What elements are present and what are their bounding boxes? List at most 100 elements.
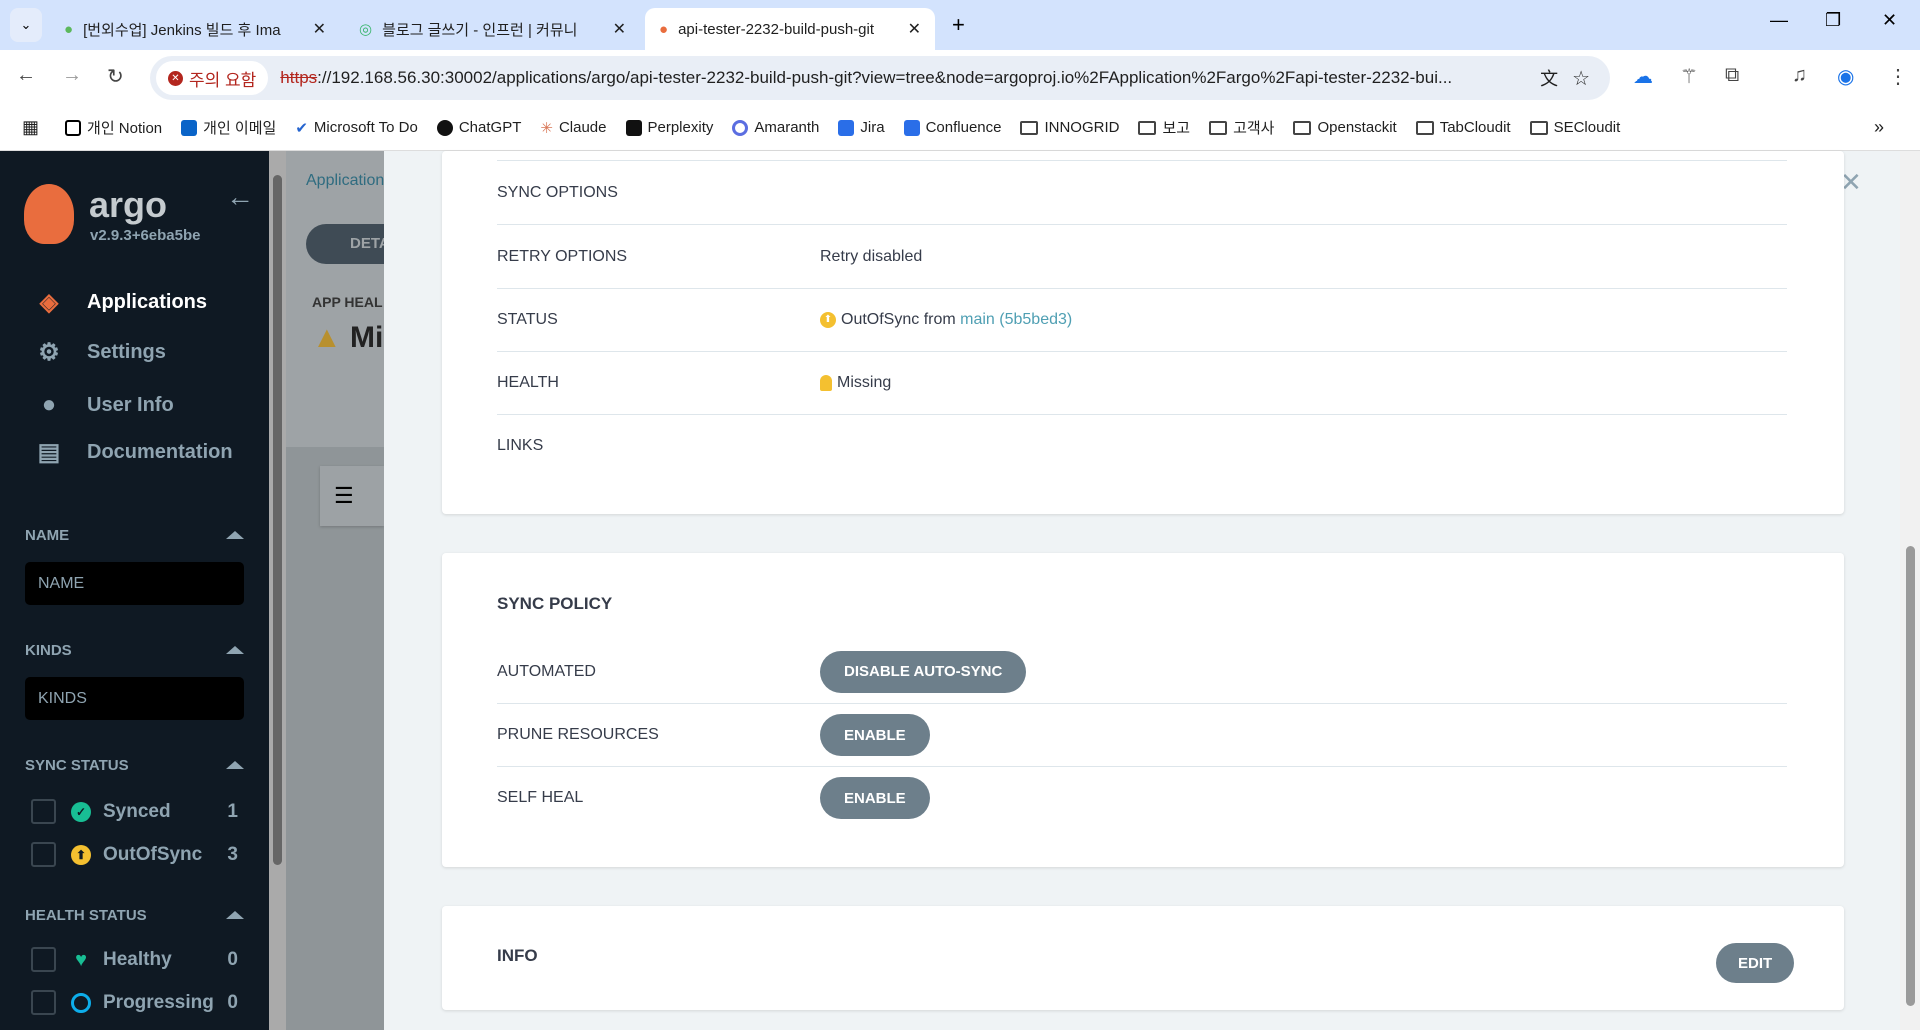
filter-progressing[interactable]: Progressing 0 [25, 990, 244, 1015]
details-button[interactable]: DETA [306, 224, 396, 264]
window-close-button[interactable]: ✕ [1882, 10, 1897, 31]
collapse-icon[interactable] [226, 646, 244, 654]
row-self-heal: SELF HEAL ENABLE [497, 766, 1787, 829]
restore-button[interactable]: ❐ [1825, 10, 1841, 31]
row-status: STATUS ⬆ OutOfSync from main (5b5bed3) [497, 288, 1787, 351]
layers-icon: ◈ [39, 289, 59, 316]
bookmark[interactable]: 개인 이메일 [181, 117, 276, 138]
collapse-icon[interactable] [226, 911, 244, 919]
checkbox[interactable] [31, 947, 56, 972]
bookmark-folder[interactable]: 고객사 [1209, 117, 1274, 138]
checkbox[interactable] [31, 990, 56, 1015]
argo-logo [24, 184, 74, 244]
enable-prune-button[interactable]: ENABLE [820, 714, 930, 756]
enable-self-heal-button[interactable]: ENABLE [820, 777, 930, 819]
nav-settings[interactable]: ⚙ Settings [32, 338, 166, 367]
close-icon[interactable]: ✕ [313, 19, 326, 39]
name-filter-input[interactable] [25, 562, 244, 605]
bookmark[interactable]: 개인 Notion [65, 117, 162, 138]
nav-user-info[interactable]: ● User Info [32, 391, 174, 419]
close-icon[interactable]: ✕ [613, 19, 626, 39]
missing-ghost-icon [820, 375, 832, 391]
bookmark[interactable]: Jira [838, 119, 885, 136]
checkbox[interactable] [31, 799, 56, 824]
collapse-sidebar-button[interactable]: ← [226, 181, 254, 213]
forward-button[interactable]: → [62, 64, 82, 87]
outlook-icon [181, 119, 198, 136]
tab-inflearn[interactable]: ◎ 블로그 글쓰기 - 인프런 | 커뮤니 ✕ [345, 8, 640, 50]
app-health-label: APP HEAL [312, 294, 383, 310]
collapse-icon[interactable] [226, 531, 244, 539]
apps-icon[interactable]: ▦ [22, 117, 39, 138]
bookmark[interactable]: Perplexity [625, 119, 713, 136]
panel-scrollbar[interactable] [1900, 151, 1920, 1030]
address-bar[interactable]: ✕ 주의 요함 https://192.168.56.30:30002/appli… [150, 56, 1610, 100]
translate-icon[interactable]: 文 [1540, 65, 1558, 91]
kinds-filter-input[interactable] [25, 677, 244, 720]
outofsync-arrow-icon: ⬆ [71, 844, 91, 865]
checkbox[interactable] [31, 842, 56, 867]
bookmark-folder[interactable]: INNOGRID [1020, 119, 1119, 136]
close-icon[interactable]: ✕ [908, 19, 921, 39]
info-card: INFO EDIT [442, 906, 1844, 1010]
security-warning[interactable]: ✕ 주의 요함 [156, 61, 269, 95]
profile-icon[interactable]: ◉ [1837, 64, 1854, 89]
tab-argo[interactable]: ● api-tester-2232-build-push-git ✕ [645, 8, 935, 50]
extension-icon[interactable]: ⚚ [1680, 64, 1698, 89]
row-links: LINKS [497, 414, 1787, 476]
bookmarks-bar: ▦ 개인 Notion 개인 이메일 ✔ Microsoft To Do Chat… [0, 105, 1920, 151]
filter-outofsync[interactable]: ⬆ OutOfSync 3 [25, 842, 244, 867]
bookmark[interactable]: ✳ Claude [540, 119, 606, 137]
ghost-icon: ▲ [312, 321, 342, 354]
row-automated: AUTOMATED DISABLE AUTO-SYNC [497, 640, 1787, 703]
folder-icon [1209, 120, 1228, 135]
perplexity-icon [625, 119, 642, 136]
jenkins-icon: ● [64, 20, 74, 38]
list-view-icon[interactable]: ☰ [320, 466, 384, 526]
tab-jenkins[interactable]: ● [번외수업] Jenkins 빌드 후 Ima ✕ [50, 8, 340, 50]
star-icon[interactable]: ☆ [1572, 66, 1590, 91]
todo-icon: ✔ [295, 119, 308, 137]
filter-sync-status-header[interactable]: SYNC STATUS [25, 757, 244, 774]
new-tab-button[interactable]: + [952, 12, 965, 38]
bookmark-folder[interactable]: SECloudit [1529, 119, 1620, 136]
back-button[interactable]: ← [16, 64, 36, 87]
bookmark[interactable]: ChatGPT [436, 119, 521, 136]
nav-applications[interactable]: ◈ Applications [32, 288, 207, 317]
filter-healthy[interactable]: ♥ Healthy 0 [25, 947, 244, 972]
sidebar-scrollbar[interactable] [269, 151, 286, 1030]
minimize-button[interactable]: — [1770, 10, 1788, 31]
filter-synced[interactable]: ✓ Synced 1 [25, 799, 244, 824]
bookmark-folder[interactable]: TabCloudit [1415, 119, 1511, 136]
bookmark-folder[interactable]: 보고 [1138, 117, 1190, 138]
background-overlay: Application DETA APP HEAL ▲ Mis ☰ [286, 151, 400, 1030]
bookmark-folder[interactable]: Openstackit [1293, 119, 1397, 136]
media-icon[interactable]: ♫ [1792, 64, 1807, 87]
disable-auto-sync-button[interactable]: DISABLE AUTO-SYNC [820, 650, 1027, 693]
breadcrumb[interactable]: Application [306, 172, 384, 190]
puzzle-icon[interactable]: ⧉ [1725, 64, 1739, 87]
tab-search-button[interactable]: ⌄ [10, 8, 42, 42]
gear-icon: ⚙ [38, 339, 60, 366]
confluence-icon [903, 119, 920, 136]
menu-icon[interactable]: ⋮ [1888, 64, 1908, 89]
warning-icon: ✕ [168, 70, 183, 86]
cloud-extension-icon[interactable]: ☁ [1633, 64, 1653, 89]
notion-icon [65, 119, 82, 136]
collapse-icon[interactable] [226, 761, 244, 769]
bookmark[interactable]: Confluence [903, 119, 1001, 136]
filter-health-status-header[interactable]: HEALTH STATUS [25, 907, 244, 924]
reload-button[interactable]: ↻ [107, 64, 124, 89]
sync-policy-title: SYNC POLICY [497, 594, 613, 613]
inflearn-icon: ◎ [359, 21, 373, 38]
nav-documentation[interactable]: ▤ Documentation [32, 438, 233, 467]
filter-name-header[interactable]: NAME [25, 527, 244, 544]
more-bookmarks-icon[interactable]: » [1874, 117, 1884, 138]
progressing-icon [71, 992, 91, 1013]
bookmark[interactable]: Amaranth [732, 119, 819, 136]
edit-button[interactable]: EDIT [1716, 943, 1795, 983]
filter-kinds-header[interactable]: KINDS [25, 642, 244, 659]
row-prune-resources: PRUNE RESOURCES ENABLE [497, 703, 1787, 766]
bookmark[interactable]: ✔ Microsoft To Do [295, 119, 418, 137]
revision-link[interactable]: main (5b5bed3) [960, 311, 1072, 329]
